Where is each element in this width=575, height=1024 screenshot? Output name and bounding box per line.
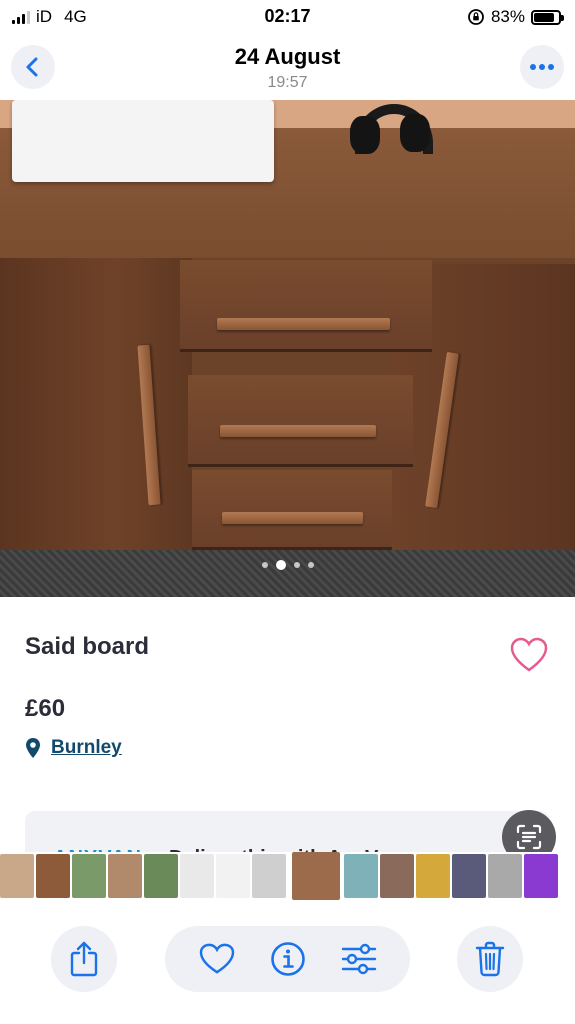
toolbar-pill — [165, 926, 410, 992]
thumbnail[interactable] — [380, 854, 414, 898]
delete-button[interactable] — [457, 926, 523, 992]
thumbnail[interactable] — [72, 854, 106, 898]
battery-icon — [531, 9, 564, 25]
listing-title: Said board — [25, 633, 150, 660]
photo-handle — [220, 425, 376, 437]
thumbnail[interactable] — [452, 854, 486, 898]
info-button[interactable] — [268, 939, 308, 979]
location-link[interactable]: Burnley — [51, 737, 122, 759]
status-right: 83% — [467, 7, 564, 27]
thumbnail[interactable] — [344, 854, 378, 898]
page-dot — [307, 562, 314, 568]
page-dot — [261, 562, 268, 568]
photo-console — [12, 100, 274, 182]
map-pin-icon — [26, 738, 40, 758]
thumbnail[interactable] — [180, 854, 214, 898]
listing-location[interactable]: Burnley — [25, 737, 122, 759]
ellipsis-icon — [530, 64, 554, 70]
thumbnail[interactable] — [488, 854, 522, 898]
page-title: 24 August — [234, 44, 341, 69]
thumbnail[interactable] — [0, 854, 34, 898]
photo-drawer — [180, 260, 432, 352]
bottom-toolbar — [0, 900, 575, 1024]
thumbnail-strip[interactable] — [0, 852, 575, 900]
thumbnail[interactable] — [416, 854, 450, 898]
photo-drawer — [188, 375, 413, 467]
photo-carpet — [0, 550, 575, 597]
heart-icon — [199, 943, 234, 974]
page-dot — [275, 560, 286, 570]
heart-outline-icon[interactable] — [510, 637, 548, 673]
listing-photo[interactable] — [0, 100, 575, 597]
live-text-icon — [516, 824, 542, 850]
share-button[interactable] — [51, 926, 117, 992]
status-bar: iD 4G 02:17 83% — [0, 0, 575, 34]
adjust-sliders-icon — [341, 943, 376, 975]
photo-door-left — [0, 258, 192, 552]
trash-icon — [475, 941, 505, 977]
thumbnail[interactable] — [36, 854, 70, 898]
adjust-button[interactable] — [339, 939, 379, 979]
orientation-lock-icon — [468, 9, 484, 25]
thumbnail[interactable] — [216, 854, 250, 898]
thumbnail[interactable] — [108, 854, 142, 898]
info-icon — [270, 942, 305, 976]
photo-headphone-cup — [400, 114, 430, 152]
thumbnail[interactable] — [252, 854, 286, 898]
more-button[interactable] — [520, 45, 564, 89]
thumbnail[interactable] — [292, 852, 340, 900]
page-subtitle: 19:57 — [267, 74, 308, 91]
thumbnail[interactable] — [144, 854, 178, 898]
favorite-button[interactable] — [197, 939, 237, 979]
photo-headphone-cup — [350, 116, 380, 154]
battery-level — [534, 12, 554, 22]
listing-price: £60 — [25, 695, 66, 722]
photo-handle — [217, 318, 390, 330]
photo-handle — [222, 512, 363, 524]
photo-page-indicator[interactable] — [0, 560, 575, 570]
thumbnail[interactable] — [524, 854, 558, 898]
nav-header: 24 August 19:57 — [0, 34, 575, 100]
photo-drawer — [192, 470, 392, 550]
battery-percent: 83% — [490, 7, 525, 26]
share-icon — [70, 941, 98, 977]
page-dot — [293, 562, 300, 568]
